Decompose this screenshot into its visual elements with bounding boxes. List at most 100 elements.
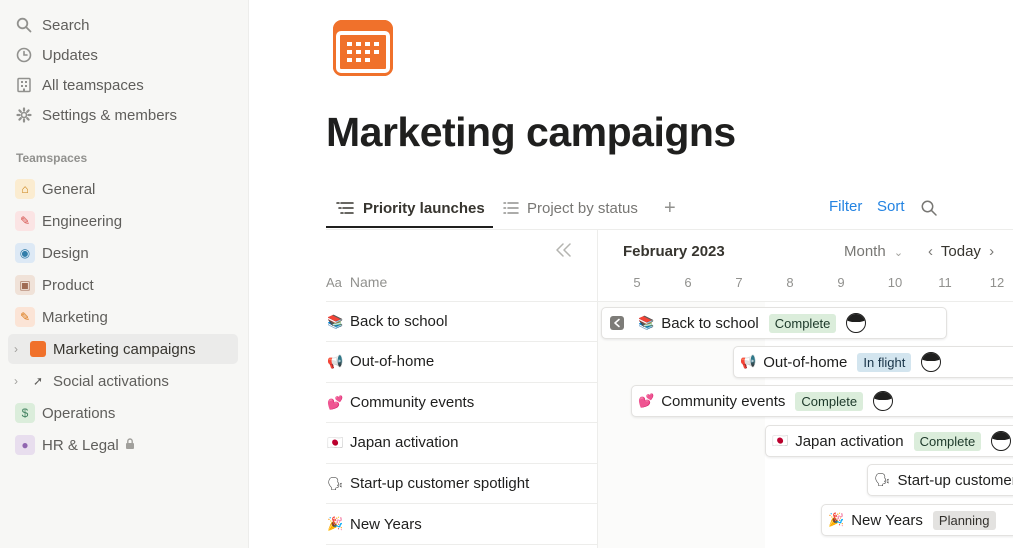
name-column-header[interactable]: Aa Name [326, 274, 387, 290]
day-label: 10 [887, 275, 903, 290]
hearts-icon: 💕 [638, 393, 655, 408]
day-label: 6 [684, 275, 692, 290]
tab-label: Project by status [527, 199, 638, 217]
sidebar-settings-members[interactable]: Settings & members [8, 101, 238, 129]
collapse-table-icon[interactable] [556, 241, 572, 262]
search-icon [14, 15, 34, 35]
sidebar-item-hr-legal[interactable]: ● HR & Legal [8, 430, 238, 460]
filter-button[interactable]: Filter [829, 198, 862, 215]
books-icon: 📚 [638, 315, 655, 330]
sidebar-item-general[interactable]: ⌂ General [8, 174, 238, 204]
status-badge: Planning [932, 510, 996, 530]
timeline-bar[interactable]: 📚 Back to school Complete [601, 307, 947, 339]
chevron-right-icon[interactable]: › [989, 243, 994, 260]
sidebar-search[interactable]: Search [8, 11, 238, 39]
timeline-bar[interactable]: 💕 Community events Complete [631, 385, 1013, 417]
day-label: 9 [837, 275, 845, 290]
sidebar-settings-label: Settings & members [42, 106, 178, 124]
day-label: 8 [786, 275, 794, 290]
timeline-bar[interactable]: 🇯🇵 Japan activation Complete [765, 425, 1013, 457]
timeline-top-border [598, 229, 1013, 230]
table-row[interactable]: 📚 Back to school [326, 301, 597, 341]
bar-name: Japan activation [795, 432, 904, 450]
chevron-left-icon[interactable]: ‹ [928, 243, 933, 260]
palette-icon: ◉ [15, 243, 35, 263]
sidebar-updates[interactable]: Updates [8, 41, 238, 69]
row-name: Japan activation [350, 434, 459, 451]
bar-name: Community events [661, 392, 786, 410]
sidebar-item-marketing[interactable]: ✎ Marketing [8, 302, 238, 332]
sort-button[interactable]: Sort [877, 198, 905, 215]
sidebar-item-label: Marketing campaigns [53, 340, 196, 358]
timeline-bar[interactable]: 🎉 New Years Planning [821, 504, 1013, 536]
day-label: 11 [938, 275, 952, 290]
bar-name: New Years [851, 511, 923, 529]
sidebar-item-operations[interactable]: $ Operations [8, 398, 238, 428]
list-icon [503, 201, 519, 215]
sidebar-item-social-activations[interactable]: › ➚ Social activations [8, 366, 238, 396]
add-view-button[interactable]: + [664, 197, 676, 220]
rocket-icon: ➚ [32, 374, 44, 388]
megaphone-icon: 📢 [327, 353, 344, 369]
tab-label: Priority launches [363, 199, 485, 217]
sidebar-item-label: HR & Legal [42, 436, 119, 454]
avatar [991, 431, 1012, 451]
sidebar-item-product[interactable]: ▣ Product [8, 270, 238, 300]
sidebar-search-label: Search [42, 16, 90, 34]
arrow-left-icon[interactable] [610, 316, 624, 330]
row-name: Community events [350, 394, 475, 411]
japan-flag-icon: 🇯🇵 [327, 434, 344, 450]
day-label: 12 [989, 275, 1005, 290]
row-name: New Years [350, 515, 422, 533]
timeline-month: February 2023 [623, 243, 725, 260]
building-icon [14, 75, 34, 95]
chevron-down-icon: ⌄ [893, 247, 904, 259]
person-icon: ● [15, 435, 35, 455]
hearts-icon: 💕 [327, 394, 344, 410]
scale-select[interactable]: Month ⌄ [844, 243, 903, 260]
tab-priority-launches[interactable]: Priority launches [336, 189, 485, 227]
sidebar-item-label: Product [42, 276, 94, 294]
party-popper-icon: 🎉 [828, 512, 845, 527]
list-icon [336, 201, 354, 215]
today-button[interactable]: Today [941, 243, 981, 260]
tab-project-by-status[interactable]: Project by status [503, 189, 638, 227]
sidebar-item-label: Marketing [42, 308, 108, 326]
sidebar-item-design[interactable]: ◉ Design [8, 238, 238, 268]
calendar-icon[interactable] [333, 20, 393, 76]
status-badge: Complete [795, 391, 864, 411]
megaphone-icon: 📢 [740, 354, 757, 369]
table-row[interactable]: 🇯🇵 Japan activation [326, 422, 597, 462]
teamspaces-section-label: Teamspaces [16, 151, 88, 165]
table-row[interactable]: 🎉 New Years [326, 503, 597, 545]
speaking-head-icon: 🗣 [874, 472, 891, 487]
chevron-right-icon[interactable]: › [14, 342, 24, 356]
timeline-bar[interactable]: 🗣 Start-up customer spotlight [867, 464, 1013, 496]
scale-label: Month [844, 243, 886, 260]
chevron-right-icon[interactable]: › [14, 374, 24, 388]
table-row[interactable]: 🗣 Start-up customer spotlight [326, 463, 597, 503]
sidebar-item-engineering[interactable]: ✎ Engineering [8, 206, 238, 236]
box-icon: ▣ [15, 275, 35, 295]
bar-name: Out-of-home [763, 353, 848, 371]
avatar [873, 391, 894, 411]
party-popper-icon: 🎉 [327, 516, 344, 531]
sidebar-all-teamspaces[interactable]: All teamspaces [8, 71, 238, 99]
status-badge: Complete [768, 313, 837, 333]
search-icon[interactable] [920, 199, 938, 217]
sidebar-all-teamspaces-label: All teamspaces [42, 76, 144, 94]
speaking-head-icon: 🗣 [327, 475, 344, 491]
sidebar-item-label: Social activations [53, 372, 169, 390]
active-tab-indicator [326, 226, 493, 228]
house-icon: ⌂ [15, 179, 35, 199]
page-title: Marketing campaigns [326, 109, 736, 155]
sidebar-item-marketing-campaigns[interactable]: › Marketing campaigns [8, 334, 238, 364]
timeline-bar[interactable]: 📢 Out-of-home In flight [733, 346, 1013, 378]
table-row[interactable]: 💕 Community events [326, 382, 597, 422]
column-name-label: Name [349, 274, 388, 290]
bar-name: Back to school [661, 314, 759, 332]
status-badge: In flight [857, 352, 912, 372]
row-name: Back to school [350, 313, 448, 330]
table-row[interactable]: 📢 Out-of-home [326, 341, 597, 381]
sidebar-item-label: Design [42, 244, 89, 262]
